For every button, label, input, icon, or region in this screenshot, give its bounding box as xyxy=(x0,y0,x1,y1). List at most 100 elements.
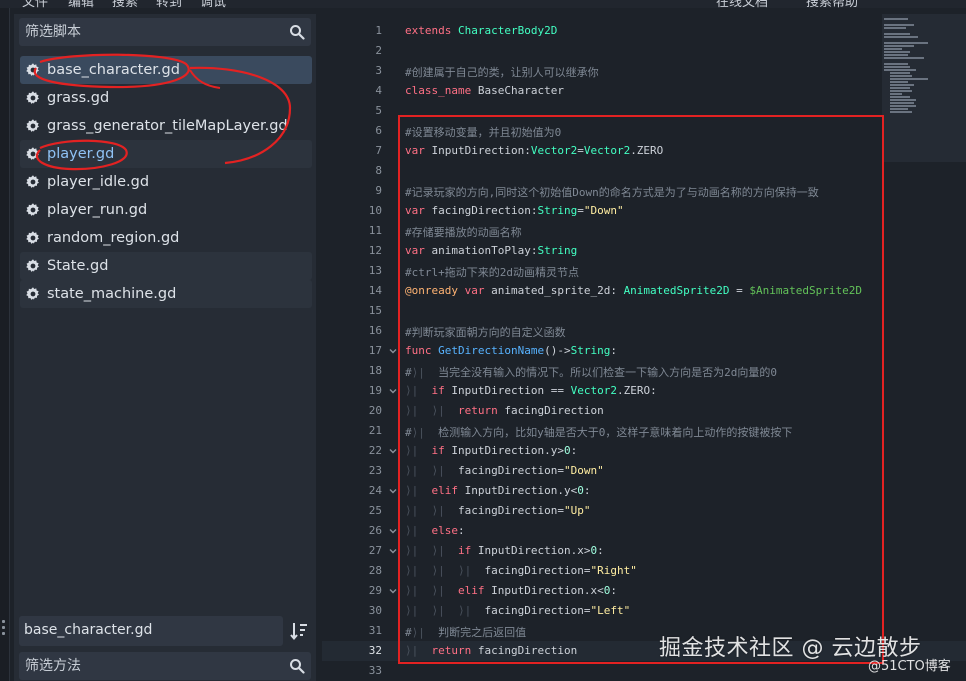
code-line[interactable]: 25 ⟩| ⟩| facingDirection="Up" xyxy=(322,501,966,521)
script-item[interactable]: player_idle.gd xyxy=(20,168,312,196)
dock-grip-handle[interactable] xyxy=(1,620,7,640)
code-line[interactable]: 14 @onready var animated_sprite_2d: Anima… xyxy=(322,281,966,301)
code-line[interactable]: 5 xyxy=(322,101,966,121)
code-line[interactable]: 23 ⟩| ⟩| facingDirection="Down" xyxy=(322,461,966,481)
script-item[interactable]: random_region.gd xyxy=(20,224,312,252)
current-script-field[interactable]: base_character.gd xyxy=(19,616,283,646)
script-item[interactable]: grass_generator_tileMapLayer.gd xyxy=(20,112,312,140)
script-item[interactable]: player.gd xyxy=(20,140,312,168)
menu-file[interactable]: 文件 xyxy=(22,0,48,8)
code-line[interactable]: 22 ⟩| if InputDirection.y>0: xyxy=(322,441,966,461)
minimap-line xyxy=(890,78,928,80)
fold-arrow-icon[interactable] xyxy=(389,527,397,535)
code-line[interactable]: 27 ⟩| ⟩| if InputDirection.x>0: xyxy=(322,541,966,561)
script-item[interactable]: State.gd xyxy=(20,252,312,280)
fold-arrow-icon[interactable] xyxy=(389,387,397,395)
line-number: 30 xyxy=(368,604,382,617)
search-help-link[interactable]: 搜索帮助 xyxy=(806,0,858,8)
code-text: func GetDirectionName()->String: xyxy=(405,344,617,357)
code-text: #记录玩家的方向,同时这个初始值Down的命名方式是为了与动画名称的方向保持一致 xyxy=(405,186,819,199)
line-number: 11 xyxy=(368,224,382,237)
gear-icon xyxy=(25,146,41,162)
line-number: 18 xyxy=(368,364,382,377)
code-text: #ctrl+拖动下来的2d动画精灵节点 xyxy=(405,266,579,279)
fold-arrow-icon[interactable] xyxy=(389,587,397,595)
code-line[interactable]: 30 ⟩| ⟩| ⟩| facingDirection="Left" xyxy=(322,601,966,621)
code-line[interactable]: 16 #判断玩家面朝方向的自定义函数 xyxy=(322,321,966,341)
code-text: ⟩| ⟩| if InputDirection.x>0: xyxy=(405,544,604,557)
script-list: base_character.gd grass.gd grass_generator… xyxy=(20,56,312,308)
line-number: 5 xyxy=(375,104,382,117)
code-line[interactable]: 10 var facingDirection:String="Down" xyxy=(322,201,966,221)
minimap-line xyxy=(884,45,914,47)
code-line[interactable]: 3 #创建属于自己的类，让别人可以继承你 xyxy=(322,61,966,81)
code-line[interactable]: 6 #设置移动变量，并且初始值为0 xyxy=(322,121,966,141)
line-number: 6 xyxy=(375,124,382,137)
code-line[interactable]: 1 extends CharacterBody2D xyxy=(322,21,966,41)
search-icon[interactable] xyxy=(289,658,305,674)
code-line[interactable]: 19 ⟩| if InputDirection == Vector2.ZERO: xyxy=(322,381,966,401)
code-line[interactable]: 12 var animationToPlay:String xyxy=(322,241,966,261)
script-item[interactable]: state_machine.gd xyxy=(20,280,312,308)
online-docs-link[interactable]: 在线文档 xyxy=(716,0,768,8)
search-icon[interactable] xyxy=(289,24,305,40)
minimap-line xyxy=(890,75,912,77)
code-line[interactable]: 29 ⟩| ⟩| elif InputDirection.x<0: xyxy=(322,581,966,601)
fold-arrow-icon[interactable] xyxy=(389,487,397,495)
script-filter-input[interactable] xyxy=(19,18,279,46)
code-text: ⟩| ⟩| facingDirection="Up" xyxy=(405,504,591,517)
minimap-line xyxy=(884,69,916,71)
code-line[interactable]: 28 ⟩| ⟩| ⟩| facingDirection="Right" xyxy=(322,561,966,581)
current-script-name: base_character.gd xyxy=(24,622,153,638)
code-line[interactable]: 2 xyxy=(322,41,966,61)
line-number: 15 xyxy=(368,304,382,317)
fold-arrow-icon[interactable] xyxy=(389,347,397,355)
line-number: 24 xyxy=(368,484,382,497)
code-line[interactable]: 21 #⟩| 检测输入方向，比如y轴是否大于0，这样子意味着向上动作的按键被按下 xyxy=(322,421,966,441)
code-line[interactable]: 15 xyxy=(322,301,966,321)
menu-search[interactable]: 搜索 xyxy=(112,0,138,8)
code-line[interactable]: 11 #存储要播放的动画名称 xyxy=(322,221,966,241)
code-line[interactable]: 24 ⟩| elif InputDirection.y<0: xyxy=(322,481,966,501)
code-text: @onready var animated_sprite_2d: Animate… xyxy=(405,284,862,297)
script-item-label: player_run.gd xyxy=(47,202,148,218)
menu-debug[interactable]: 调试 xyxy=(200,0,226,8)
code-text: ⟩| if InputDirection == Vector2.ZERO: xyxy=(405,384,657,397)
code-line[interactable]: 4 class_name BaseCharacter xyxy=(322,81,966,101)
code-line[interactable]: 7 var InputDirection:Vector2=Vector2.ZERO xyxy=(322,141,966,161)
line-number: 17 xyxy=(368,344,382,357)
method-filter-input[interactable] xyxy=(19,652,279,680)
line-number: 12 xyxy=(368,244,382,257)
code-line[interactable]: 26 ⟩| else: xyxy=(322,521,966,541)
minimap-line xyxy=(890,72,910,74)
minimap-line xyxy=(884,36,918,38)
line-number: 22 xyxy=(368,444,382,457)
minimap-line xyxy=(884,24,914,26)
code-line[interactable]: 20 ⟩| ⟩| return facingDirection xyxy=(322,401,966,421)
code-editor[interactable]: 1 extends CharacterBody2D 2 3 #创建属于自己的类，让别人可… xyxy=(322,14,966,681)
script-item[interactable]: base_character.gd xyxy=(20,56,312,84)
minimap-line xyxy=(884,57,924,59)
line-number: 3 xyxy=(375,64,382,77)
script-item[interactable]: grass.gd xyxy=(20,84,312,112)
code-text: var animationToPlay:String xyxy=(405,244,578,257)
menu-edit[interactable]: 编辑 xyxy=(68,0,94,8)
code-text: #判断玩家面朝方向的自定义函数 xyxy=(405,326,566,339)
line-number: 29 xyxy=(368,584,382,597)
minimap-line xyxy=(884,48,902,50)
line-number: 21 xyxy=(368,424,382,437)
minimap[interactable] xyxy=(882,14,966,162)
script-item-label: base_character.gd xyxy=(47,62,180,78)
script-item[interactable]: player_run.gd xyxy=(20,196,312,224)
fold-arrow-icon[interactable] xyxy=(389,547,397,555)
code-text: #设置移动变量，并且初始值为0 xyxy=(405,126,562,139)
code-line[interactable]: 17 func GetDirectionName()->String: xyxy=(322,341,966,361)
code-line[interactable]: 9 #记录玩家的方向,同时这个初始值Down的命名方式是为了与动画名称的方向保持一… xyxy=(322,181,966,201)
code-line[interactable]: 13 #ctrl+拖动下来的2d动画精灵节点 xyxy=(322,261,966,281)
sort-icon[interactable] xyxy=(286,618,312,644)
code-line[interactable]: 18 #⟩| 当完全没有输入的情况下。所以们检查一下输入方向是否为2d向量的0 xyxy=(322,361,966,381)
watermark-subtext: @51CTO博客 xyxy=(868,659,951,674)
code-line[interactable]: 8 xyxy=(322,161,966,181)
menu-goto[interactable]: 转到 xyxy=(156,0,182,8)
fold-arrow-icon[interactable] xyxy=(389,447,397,455)
